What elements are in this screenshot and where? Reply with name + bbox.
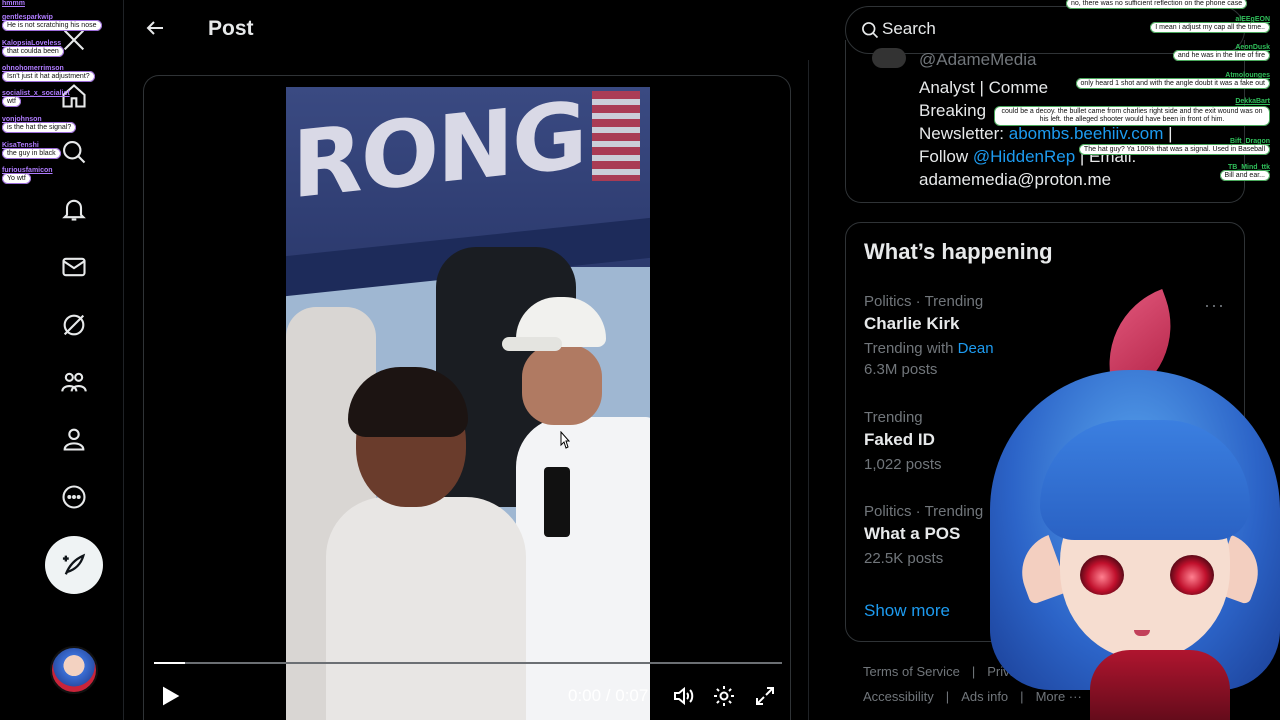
profile-handle[interactable]: @AdameMedia [919, 50, 1036, 70]
chat-text: that coulda been [2, 46, 64, 57]
person-foreground [316, 367, 526, 720]
column-divider [808, 60, 809, 720]
trend-count: 1,022 posts [864, 456, 942, 473]
chat-text: Yo wtf [2, 173, 31, 184]
fullscreen-button[interactable] [753, 684, 777, 708]
chat-message: gentlesparkwip He is not scratching his … [2, 14, 102, 31]
trend-item[interactable]: Politics · Trending What a POS 22.5K pos… [864, 503, 1224, 567]
bio-text: Follow [919, 147, 973, 166]
mail-icon[interactable] [56, 249, 92, 285]
speaker-icon [674, 686, 694, 706]
search-icon[interactable] [56, 134, 92, 170]
chat-message: Atmolounges only heard 1 shot and with t… [1050, 72, 1270, 89]
section-title: What’s happening [864, 239, 1053, 264]
trend-name: Faked ID [864, 430, 935, 449]
post-header: Post [125, 0, 808, 60]
volume-button[interactable] [671, 684, 695, 708]
chat-text: The hat guy? Ya 100% that was a signal. … [1078, 144, 1270, 155]
bio-text: Newsletter: [919, 124, 1009, 143]
whats-happening-panel: What’s happening ··· Politics · Trending… [845, 222, 1245, 642]
trend-category: Politics · Trending [864, 293, 984, 310]
video-time: 0:00 / 0:07 [568, 686, 649, 705]
footer-separator: | [1020, 689, 1024, 704]
trend-name: What a POS [864, 524, 961, 543]
video-progress-fill [154, 662, 186, 664]
feather-plus-icon [62, 553, 86, 575]
profile-bio: Analyst | Comme Breaking Newsletter: abo… [919, 76, 1239, 191]
chat-message: alEEgEON I mean i adjust my cap all the … [1140, 16, 1270, 33]
footer-separator: | [945, 689, 950, 704]
chat-text: only heard 1 shot and with the angle dou… [1075, 78, 1270, 89]
footer-links: Terms of Service | Privacy Po Accessibilit… [863, 664, 1243, 714]
chat-text: is the hat the signal? [2, 122, 77, 133]
play-button[interactable] [156, 682, 184, 710]
chat-message: ohnohomerrimson Isn't just it hat adjust… [2, 65, 95, 82]
video-frame[interactable]: RONG [286, 87, 650, 720]
expand-icon [756, 687, 774, 705]
trend-item[interactable]: Trending Faked ID 1,022 posts [864, 409, 1224, 473]
chat-message: vonjohnson is the hat the signal? [2, 116, 77, 133]
account-avatar[interactable] [50, 646, 98, 694]
more-link[interactable]: More ··· [1036, 689, 1082, 704]
profile-avatar[interactable] [872, 48, 906, 68]
chat-text: He is not scratching his nose [2, 20, 102, 31]
trend-with: Trending with Dean [864, 340, 1224, 357]
chat-text: wtf [2, 96, 21, 107]
bio-line: adamemedia@proton.me [919, 170, 1112, 189]
page-title: Post [208, 17, 254, 40]
ads-info-link[interactable]: Ads info [961, 689, 1008, 704]
back-arrow-icon[interactable] [143, 16, 167, 40]
footer-separator: | [971, 664, 976, 679]
show-more-link[interactable]: Show more [864, 601, 950, 621]
gear-icon [714, 686, 734, 706]
search-icon [860, 20, 882, 42]
chat-text: no, there was no sufficient reflection o… [1066, 0, 1248, 9]
chat-message: AeonDusk and he was in the line of fire [1160, 44, 1270, 61]
chat-message: DekkaBart could be a decoy. the bullet c… [994, 98, 1270, 126]
video-controls: 0:00 / 0:07 [144, 672, 790, 720]
trend-count: 6.3M posts [864, 361, 938, 378]
video-player[interactable]: RONG 0:00 / 0:07 [143, 75, 791, 720]
terms-link[interactable]: Terms of Service [863, 664, 960, 679]
communities-icon[interactable] [56, 364, 92, 400]
trend-category: Politics · Trending [864, 503, 984, 520]
grok-icon[interactable] [56, 307, 92, 343]
trend-with-link[interactable]: Dean [958, 340, 994, 357]
chat-text: Bill and ear... [1219, 170, 1270, 181]
bell-icon[interactable] [56, 191, 92, 227]
chat-message: hmmm [2, 0, 25, 8]
privacy-link[interactable]: Privacy Po [987, 664, 1049, 679]
more-icon[interactable] [56, 479, 92, 515]
chat-message: socialist_x_socialist wtf [2, 90, 70, 107]
compose-post-button[interactable] [45, 536, 103, 594]
phone-image [544, 467, 570, 537]
mouse-cursor-icon [560, 431, 570, 449]
accessibility-link[interactable]: Accessibility [863, 689, 934, 704]
flag-image [592, 91, 640, 181]
chat-username: hmmm [2, 0, 25, 7]
trend-with-label: Trending with [864, 340, 954, 357]
chat-text: could be a decoy. the bullet came from c… [994, 106, 1270, 126]
chat-username: DekkaBart [1235, 98, 1270, 105]
video-progress-bar[interactable] [154, 662, 782, 664]
settings-button[interactable] [712, 684, 736, 708]
chat-text: and he was in the line of fire [1172, 50, 1270, 61]
trend-item[interactable]: Politics · Trending Charlie Kirk Trendin… [864, 293, 1224, 378]
trend-category: Trending [864, 409, 923, 426]
chat-message: no, there was no sufficient reflection o… [1066, 0, 1248, 9]
chat-message: KisaTenshi the guy in black [2, 142, 61, 159]
play-icon [163, 686, 180, 706]
chat-message: KalopsiaLoveless that coulda been [2, 40, 64, 57]
profile-icon[interactable] [56, 421, 92, 457]
chat-text: I mean i adjust my cap all the time.. [1150, 22, 1270, 33]
chat-message: TB_Mind_ttk Bill and ear... [1200, 164, 1270, 181]
left-nav [0, 0, 124, 720]
trend-count: 22.5K posts [864, 550, 944, 567]
chat-text: the guy in black [2, 148, 61, 159]
chat-message: furiousfamicon Yo wtf [2, 167, 53, 184]
chat-message: Bift_Dragon The hat guy? Ya 100% that wa… [1060, 138, 1270, 155]
chat-text: Isn't just it hat adjustment? [2, 71, 95, 82]
trend-name: Charlie Kirk [864, 314, 960, 333]
